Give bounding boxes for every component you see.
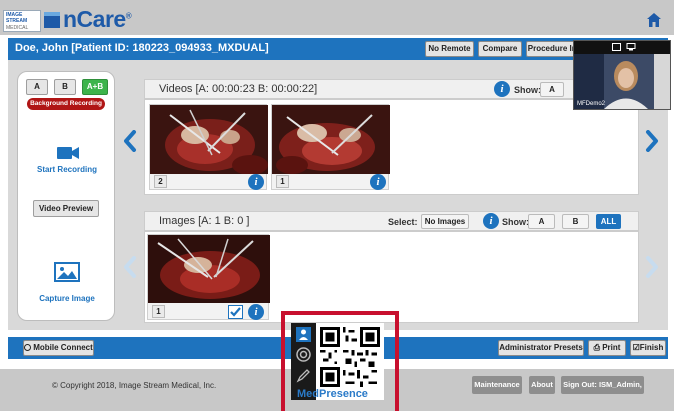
surgery-video-frame (150, 105, 268, 174)
people-icon[interactable] (296, 327, 311, 342)
video-info-icon[interactable]: i (248, 174, 264, 190)
images-show-label: Show: (502, 217, 529, 227)
capture-controls-card: A B A+B Background Recording Start Recor… (17, 71, 115, 321)
images-show-all-button[interactable]: ALL (596, 214, 621, 229)
maintenance-button[interactable]: Maintenance (472, 376, 522, 394)
patient-name: Doe, John [Patient ID: 180223_094933_MXD… (15, 42, 269, 54)
participant-name: MFDemo2 (577, 101, 606, 107)
image-info-icon[interactable]: i (248, 304, 264, 320)
image-icon[interactable] (54, 262, 80, 282)
medpresence-logo: MedPresence (297, 388, 368, 400)
patient-bar: Doe, John [Patient ID: 180223_094933_MXD… (8, 38, 668, 60)
videos-info-icon[interactable]: i (494, 81, 510, 97)
video-thumbnail[interactable]: 1 i (271, 104, 390, 190)
app-window: IMAGE STREAM MEDICAL nCare® Doe, John [P… (0, 0, 674, 411)
videos-next-arrow-icon[interactable] (645, 130, 659, 152)
sign-out-button[interactable]: Sign Out: ISM_Admin, (561, 376, 644, 394)
image-selected-checkbox-icon[interactable] (228, 305, 243, 319)
minimize-window-icon[interactable] (612, 43, 621, 51)
no-remote-button[interactable]: No Remote (425, 41, 474, 57)
images-next-arrow-icon[interactable] (645, 256, 659, 278)
source-ab-button[interactable]: A+B (82, 79, 108, 95)
qr-code (320, 327, 380, 387)
surgery-video-frame (272, 105, 390, 174)
company-logo: IMAGE STREAM MEDICAL (3, 10, 41, 32)
videos-header: Videos [A: 00:00:23 B: 00:00:22] i Show:… (144, 79, 639, 99)
images-list: 1 i (144, 231, 639, 323)
source-a-button[interactable]: A (26, 79, 48, 95)
background-recording-badge: Background Recording (27, 98, 105, 110)
brand-name: nCare® (63, 6, 132, 33)
finish-button[interactable]: ☑Finish (630, 340, 666, 356)
surgery-image-frame (148, 235, 270, 303)
videos-list: 2 i 1 i (144, 99, 639, 195)
pen-icon[interactable] (296, 368, 311, 383)
brand-square-icon (44, 12, 60, 28)
copyright-text: © Copyright 2018, Image Stream Medical, … (52, 381, 217, 390)
video-number-badge: 1 (276, 175, 289, 188)
video-camera-icon[interactable] (56, 145, 80, 161)
images-title: Images [A: 1 B: 0 ] (159, 215, 250, 227)
screen-share-icon[interactable] (626, 43, 636, 51)
trademark: ® (125, 11, 132, 21)
print-label: Print (602, 343, 621, 352)
no-images-button[interactable]: No Images (421, 214, 469, 229)
start-recording-button[interactable]: Start Recording (18, 165, 116, 174)
videos-title: Videos [A: 00:00:23 B: 00:00:22] (159, 83, 318, 95)
top-bar: IMAGE STREAM MEDICAL nCare® (0, 0, 674, 35)
home-icon[interactable] (646, 12, 662, 28)
main-panel: A B A+B Background Recording Start Recor… (8, 60, 668, 330)
images-select-label: Select: (388, 217, 418, 227)
finish-label: Finish (639, 343, 664, 352)
administrator-presets-button[interactable]: Administrator Presets (498, 340, 584, 356)
video-info-icon[interactable]: i (370, 174, 386, 190)
images-header: Images [A: 1 B: 0 ] Select: No Images i … (144, 211, 639, 231)
video-call-window[interactable]: MFDemo2 (573, 40, 671, 110)
images-prev-arrow-icon[interactable] (123, 256, 137, 278)
video-thumbnail[interactable]: 2 i (149, 104, 268, 190)
image-number-badge: 1 (152, 305, 165, 318)
compare-button[interactable]: Compare (478, 41, 522, 57)
printer-icon: ⎙ (593, 343, 600, 352)
finish-check-icon: ☑ (632, 343, 640, 352)
images-show-a-button[interactable]: A (528, 214, 555, 229)
logo-text-line3: MEDICAL (6, 25, 29, 31)
mobile-connect-label: Mobile Connect (33, 343, 93, 352)
print-button[interactable]: ⎙ Print (588, 340, 626, 356)
image-thumbnail[interactable]: 1 i (147, 234, 270, 320)
mobile-connect-button[interactable]: Mobile Connect (23, 340, 94, 356)
medpresence-icon[interactable] (296, 347, 311, 362)
videos-prev-arrow-icon[interactable] (123, 130, 137, 152)
videos-show-a-button[interactable]: A (540, 82, 564, 97)
images-info-icon[interactable]: i (483, 213, 499, 229)
video-preview-button[interactable]: Video Preview (33, 200, 99, 217)
mobile-connect-icon (24, 344, 32, 351)
videos-show-label: Show: (514, 85, 541, 95)
images-show-b-button[interactable]: B (562, 214, 589, 229)
source-b-button[interactable]: B (54, 79, 76, 95)
video-number-badge: 2 (154, 175, 167, 188)
video-call-titlebar (574, 41, 670, 54)
logo-text-line2: STREAM (6, 18, 28, 24)
brand-text: nCare (63, 6, 126, 32)
about-button[interactable]: About (529, 376, 555, 394)
capture-image-button[interactable]: Capture Image (18, 294, 116, 303)
